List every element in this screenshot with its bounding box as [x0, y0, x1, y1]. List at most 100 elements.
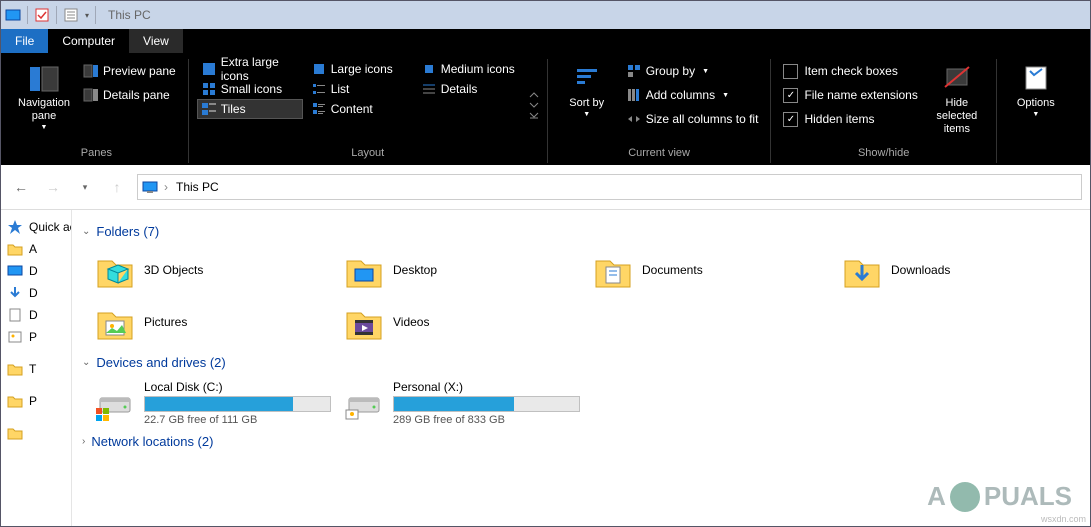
group-layout: Extra large icons Small icons Tiles Larg…	[189, 59, 548, 163]
drive-usage-bar	[144, 396, 331, 412]
folder-icon	[7, 425, 23, 441]
folder-tile[interactable]: Pictures	[92, 299, 331, 345]
xl-icons-icon	[201, 61, 217, 77]
quick-save-icon[interactable]	[34, 7, 50, 23]
sidebar-item[interactable]: D	[5, 304, 72, 326]
sidebar-quick-access[interactable]: Quick access	[5, 216, 72, 238]
nav-bar: ← → ▾ ↑ › This PC	[1, 165, 1090, 210]
document-icon	[7, 307, 23, 323]
folder-icon	[94, 301, 136, 343]
group-by-icon	[626, 63, 642, 79]
sidebar-item[interactable]: P	[5, 326, 72, 348]
breadcrumb-sep[interactable]: ›	[164, 180, 168, 194]
drive-tile[interactable]: Local Disk (C:)22.7 GB free of 111 GB	[92, 378, 331, 428]
size-columns-button[interactable]: Size all columns to fit	[622, 107, 763, 131]
tab-computer[interactable]: Computer	[48, 29, 129, 53]
sidebar-item[interactable]: D	[5, 260, 72, 282]
tab-file[interactable]: File	[1, 29, 48, 53]
folder-label: Documents	[642, 263, 703, 277]
chevron-down-icon: ⌄	[82, 357, 90, 368]
folder-tile[interactable]: Videos	[341, 299, 580, 345]
folder-icon	[7, 241, 23, 257]
sidebar-item[interactable]: T	[5, 358, 72, 380]
group-show-hide: Item check boxes ✓File name extensions ✓…	[771, 59, 996, 163]
layout-tiles[interactable]: Tiles	[197, 99, 303, 119]
folder-tile[interactable]: Downloads	[839, 247, 1078, 293]
address-bar[interactable]: › This PC	[137, 174, 1082, 200]
drive-name: Personal (X:)	[393, 380, 578, 394]
folder-label: Videos	[393, 315, 429, 329]
options-icon	[1020, 63, 1052, 95]
folder-icon	[343, 301, 385, 343]
chevron-down-icon[interactable]	[529, 101, 539, 109]
navigation-pane-button[interactable]: Navigation pane ▼	[13, 59, 75, 133]
window-title: This PC	[108, 8, 151, 22]
drives-tiles: Local Disk (C:)22.7 GB free of 111 GBPer…	[92, 378, 1080, 428]
group-by-button[interactable]: Group by▼	[622, 59, 763, 83]
properties-icon[interactable]	[63, 7, 79, 23]
tab-view[interactable]: View	[129, 29, 183, 53]
layout-details[interactable]: Details	[417, 79, 523, 99]
item-checkboxes-toggle[interactable]: Item check boxes	[779, 59, 921, 83]
list-icon	[311, 81, 327, 97]
hide-icon	[941, 63, 973, 95]
download-icon	[7, 285, 23, 301]
picture-icon	[7, 329, 23, 345]
navigation-pane-icon	[28, 63, 60, 95]
checkbox-checked-icon: ✓	[783, 88, 798, 103]
file-explorer-window: ▾ This PC File Computer View Navigation …	[0, 0, 1091, 527]
details-pane-icon	[83, 87, 99, 103]
add-columns-button[interactable]: Add columns▼	[622, 83, 763, 107]
sidebar-item[interactable]: P	[5, 390, 72, 412]
layout-content[interactable]: Content	[307, 99, 413, 119]
details-pane-button[interactable]: Details pane	[79, 83, 180, 107]
section-folders[interactable]: ⌄ Folders (7)	[82, 224, 1080, 239]
back-button[interactable]: ←	[9, 175, 33, 199]
layout-list[interactable]: List	[307, 79, 413, 99]
separator	[27, 6, 28, 24]
medium-icons-icon	[421, 61, 437, 77]
drive-tile[interactable]: Personal (X:)289 GB free of 833 GB	[341, 378, 580, 428]
layout-medium[interactable]: Medium icons	[417, 59, 523, 79]
sort-by-button[interactable]: Sort by ▼	[556, 59, 618, 120]
group-current-view: Sort by ▼ Group by▼ Add columns▼ Size al…	[548, 59, 772, 163]
chevron-down-icon: ▼	[41, 124, 48, 131]
star-icon	[7, 219, 23, 235]
folder-icon	[94, 249, 136, 291]
section-drives[interactable]: ⌄ Devices and drives (2)	[82, 355, 1080, 370]
chevron-up-icon[interactable]	[529, 91, 539, 99]
up-button[interactable]: ↑	[105, 175, 129, 199]
hidden-items-toggle[interactable]: ✓Hidden items	[779, 107, 921, 131]
layout-scroll[interactable]	[529, 59, 539, 119]
breadcrumb-root[interactable]: This PC	[176, 180, 219, 194]
layout-xl[interactable]: Extra large icons	[197, 59, 303, 79]
options-button[interactable]: Options ▼	[1005, 59, 1067, 120]
recent-dropdown[interactable]: ▾	[73, 175, 97, 199]
chevron-right-icon: ›	[82, 436, 85, 447]
folder-tile[interactable]: Desktop	[341, 247, 580, 293]
folder-tile[interactable]: Documents	[590, 247, 829, 293]
watermark-glyph	[950, 482, 980, 512]
folders-tiles: 3D ObjectsDesktop Documents Downloads Pictu…	[92, 247, 1080, 345]
folder-icon	[592, 249, 634, 291]
content-icon	[311, 101, 327, 117]
large-icons-icon	[311, 61, 327, 77]
section-network[interactable]: › Network locations (2)	[82, 434, 1080, 449]
preview-pane-button[interactable]: Preview pane	[79, 59, 180, 83]
forward-button[interactable]: →	[41, 175, 65, 199]
layout-large[interactable]: Large icons	[307, 59, 413, 79]
ribbon-tabs: File Computer View	[1, 29, 1090, 53]
sidebar-item[interactable]: A	[5, 238, 72, 260]
sidebar-item[interactable]	[5, 422, 72, 444]
layout-small[interactable]: Small icons	[197, 79, 303, 99]
file-extensions-toggle[interactable]: ✓File name extensions	[779, 83, 921, 107]
sidebar-item[interactable]: D	[5, 282, 72, 304]
checkbox-checked-icon: ✓	[783, 112, 798, 127]
navigation-sidebar[interactable]: Quick access A D D D P T P	[1, 210, 72, 526]
this-pc-icon	[142, 179, 158, 195]
qat-dropdown-icon[interactable]: ▾	[85, 11, 89, 20]
chevron-down-icon: ▼	[583, 111, 590, 118]
folder-tile[interactable]: 3D Objects	[92, 247, 331, 293]
more-icon[interactable]	[529, 111, 539, 119]
hide-selected-button[interactable]: Hide selected items	[926, 59, 988, 138]
